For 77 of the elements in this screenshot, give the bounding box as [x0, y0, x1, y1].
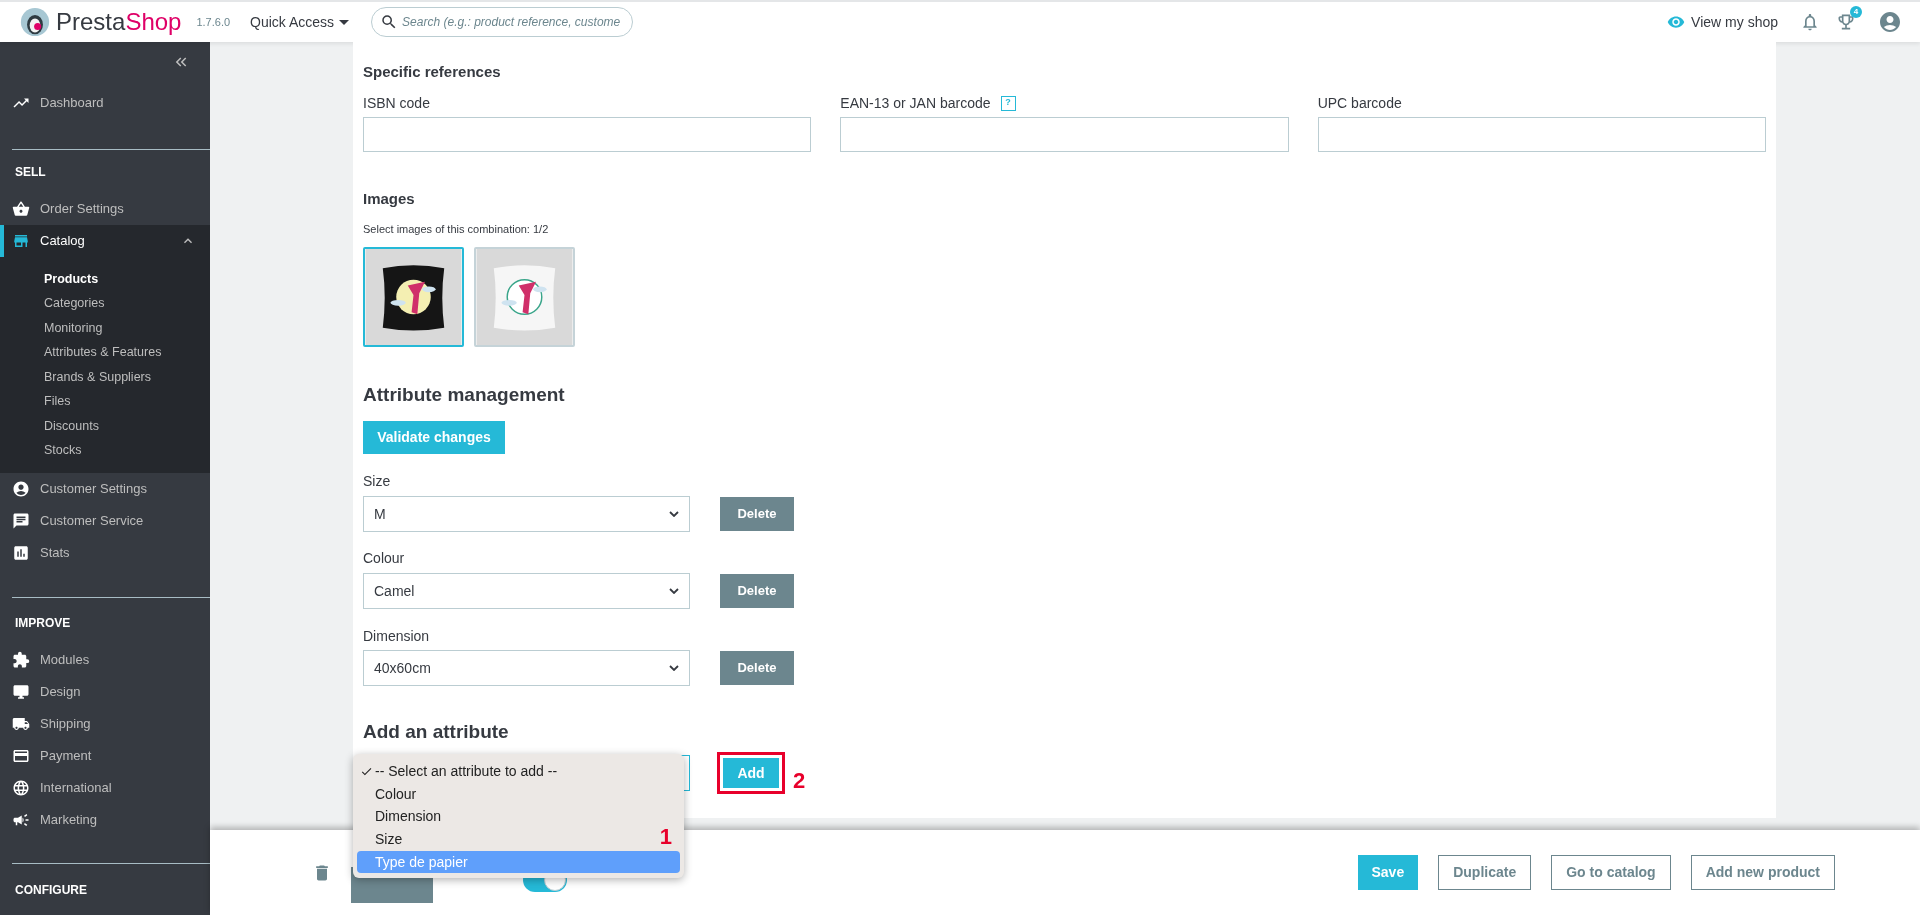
delete-button[interactable]: Delete [720, 651, 794, 685]
text-field[interactable] [1317, 117, 1766, 152]
chevron-down-icon [669, 511, 679, 517]
credit-card-icon [12, 747, 30, 765]
store-icon [12, 232, 30, 250]
dropdown-option[interactable]: Colour [357, 782, 421, 806]
sidebar-item[interactable]: Stats [0, 537, 210, 569]
dropdown-option[interactable]: -- Select an attribute to add -- [357, 760, 562, 783]
submenu-item[interactable]: Stocks [44, 441, 82, 461]
submenu-item[interactable]: Discounts [44, 416, 99, 436]
section-title: Attribute management [363, 383, 566, 407]
section-heading: CONFIGURE [15, 882, 87, 899]
view-shop-link[interactable]: View my shop [1667, 11, 1778, 33]
field-label: UPC barcode [1317, 93, 1402, 113]
globe-icon [12, 779, 30, 797]
text-field[interactable] [363, 117, 812, 152]
hint-text: Select images of this combination: 1/2 [363, 222, 550, 236]
field-label: Size [363, 472, 392, 490]
section-heading: SELL [15, 164, 46, 181]
footer-button[interactable]: Duplicate [1438, 855, 1532, 890]
section-heading: IMPROVE [15, 615, 71, 632]
delete-button[interactable]: Delete [720, 497, 794, 531]
caret-icon [339, 19, 350, 25]
text-field[interactable] [840, 117, 1289, 152]
bell-icon[interactable] [1800, 12, 1820, 32]
dropdown-option[interactable]: Dimension [357, 805, 446, 829]
logo-text: PrestaShop [56, 10, 182, 34]
submenu-item[interactable]: Files [44, 392, 71, 412]
submenu-item[interactable]: Categories [44, 294, 105, 314]
notification-badge: 4 [1850, 6, 1862, 18]
truck-icon [12, 715, 30, 733]
submenu-item[interactable]: Products [44, 269, 99, 289]
account-icon[interactable] [1878, 10, 1902, 34]
sidebar-item[interactable]: Customer Settings [0, 473, 210, 505]
submenu-item[interactable]: Brands & Suppliers [44, 367, 151, 387]
sidebar-item[interactable]: Order Settings [0, 193, 210, 225]
monitor-icon [12, 683, 30, 701]
dropdown-option[interactable]: Size [357, 828, 407, 851]
delete-button[interactable]: Delete [720, 574, 794, 608]
trophy-icon[interactable] [1836, 12, 1856, 32]
sidebar-item[interactable]: Modules [0, 644, 210, 676]
select-field[interactable]: 40x60cm [363, 650, 690, 686]
person-icon [12, 480, 30, 498]
eye-icon [1667, 13, 1686, 31]
megaphone-icon [12, 811, 30, 829]
annotation-number: 1 [659, 826, 672, 848]
basket-icon [12, 200, 30, 218]
submenu-item[interactable]: Attributes & Features [44, 343, 162, 363]
section-title: Specific references [363, 62, 502, 82]
logo-icon [20, 7, 50, 37]
select-field[interactable]: Camel [363, 573, 690, 609]
annotation-number: 2 [793, 770, 806, 792]
puzzle-icon [12, 651, 30, 669]
section-title: Add an attribute [363, 720, 510, 744]
field-label: Dimension [363, 627, 431, 645]
sidebar-item[interactable]: Dashboard [0, 87, 210, 119]
sidebar-item[interactable]: Shipping [0, 708, 210, 740]
footer-button[interactable]: Add new product [1690, 855, 1835, 890]
section-title: Images [363, 189, 416, 209]
chevron-down-icon [669, 665, 679, 671]
sidebar-item[interactable]: Marketing [0, 804, 210, 836]
bar-chart-icon [12, 544, 30, 562]
sidebar-item[interactable]: Payment [0, 740, 210, 772]
sidebar-item[interactable]: International [0, 772, 210, 804]
chevron-down-icon [669, 588, 679, 594]
field-label: ISBN code [363, 93, 430, 113]
field-label: EAN-13 or JAN barcode [840, 93, 991, 113]
select-field[interactable]: M [363, 496, 690, 532]
footer-button[interactable]: Go to catalog [1551, 855, 1671, 890]
sidebar-item[interactable]: Design [0, 676, 210, 708]
sidebar-item[interactable]: Customer Service [0, 505, 210, 537]
sidebar-item[interactable]: Catalog [0, 225, 210, 257]
version-text: 1.7.6.0 [196, 14, 231, 30]
submenu-item[interactable]: Monitoring [44, 318, 103, 338]
chat-icon [12, 512, 30, 530]
quick-access-button[interactable]: Quick Access [250, 11, 350, 33]
field-label: Colour [363, 549, 406, 567]
